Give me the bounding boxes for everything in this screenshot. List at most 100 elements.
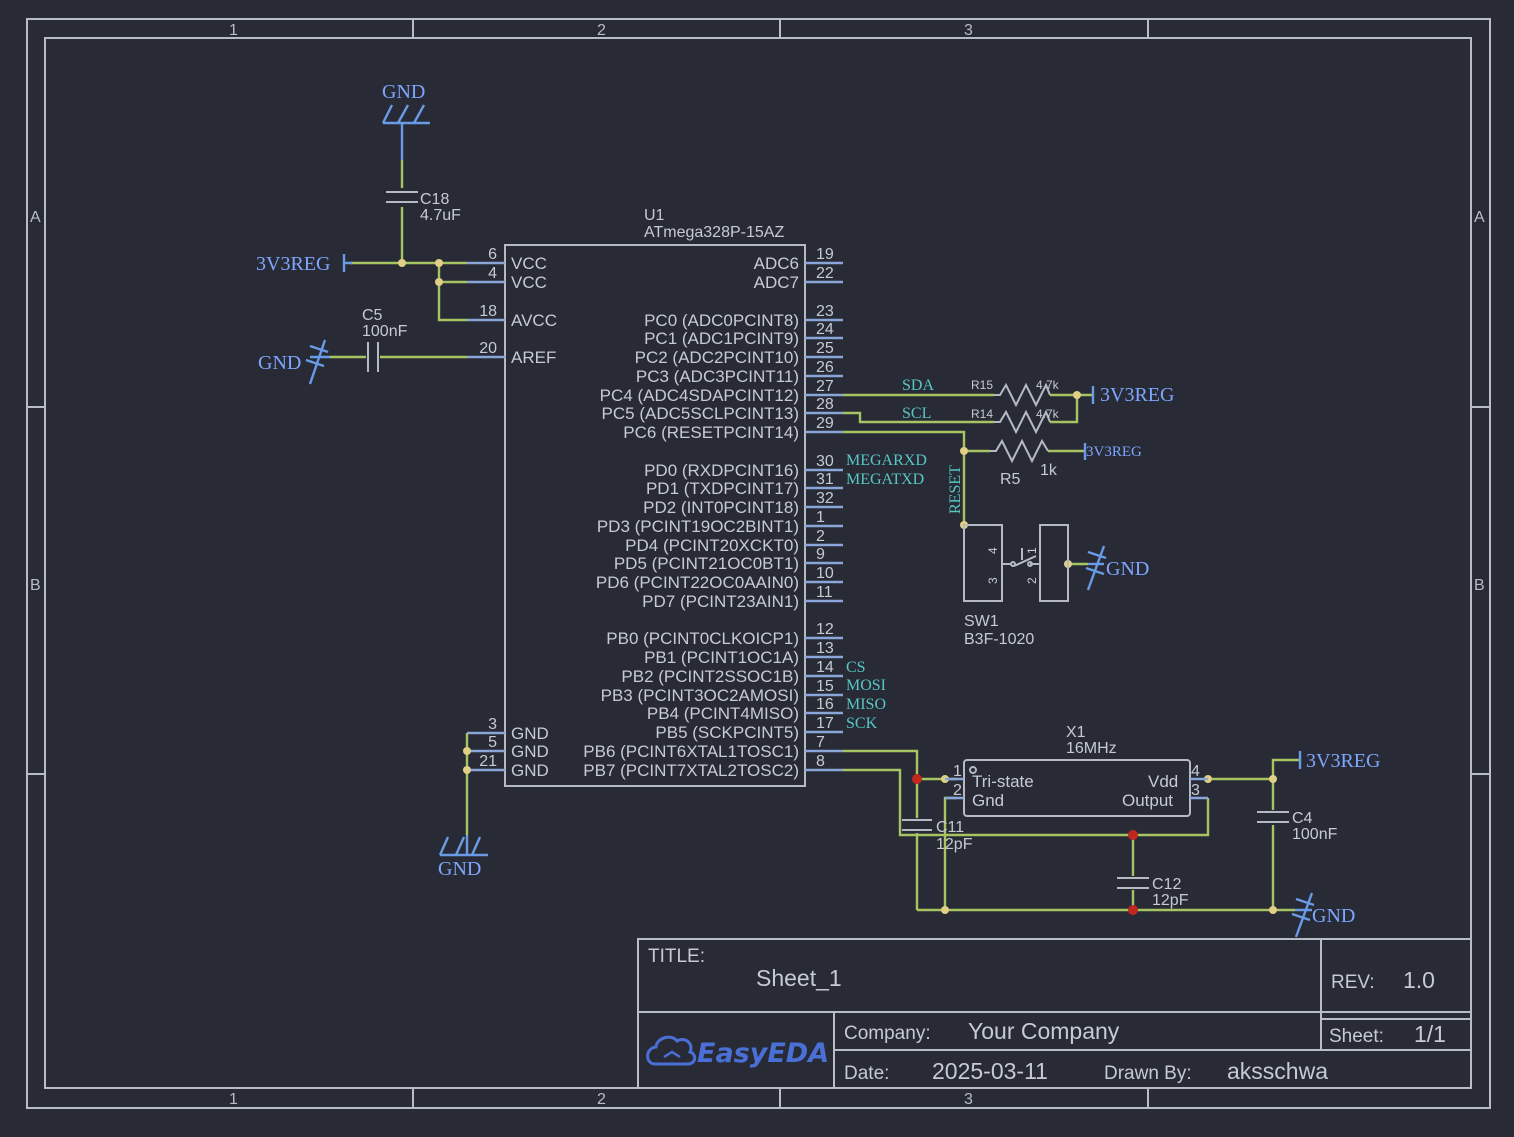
sw1-pin-4: 4 xyxy=(986,547,1000,554)
u1-pin-number: 24 xyxy=(816,321,834,338)
u1-pin-number: 27 xyxy=(816,378,834,395)
zone-col-1-bottom: 1 xyxy=(229,1091,238,1108)
u1-pin-name: PD6 (PCINT22OC0AAIN0) xyxy=(596,573,799,592)
x1-oscillator[interactable]: 1 2 4 3 Tri-state Gnd Vdd Output X1 16MH… xyxy=(945,724,1208,817)
date-value: 2025-03-11 xyxy=(932,1058,1048,1084)
gnd-label-u1: GND xyxy=(438,858,481,880)
wire-avcc xyxy=(437,282,467,322)
junction-c12-bottom xyxy=(1128,905,1138,915)
u1-pin-name: VCC xyxy=(511,273,547,292)
net-label-reset: RESET xyxy=(947,465,964,514)
c5-capacitor[interactable]: C5 100nF xyxy=(362,307,408,372)
u1-pin-number: 30 xyxy=(816,453,834,470)
power-3v3-left[interactable]: 3V3REG xyxy=(256,253,352,275)
wire-vcc4 xyxy=(437,263,467,284)
u1-pin-18[interactable]: 18 AVCC xyxy=(467,303,557,330)
u1-pin-number: 5 xyxy=(488,734,497,751)
x1-pin-4: 4 xyxy=(1191,763,1200,780)
u1-pin-6[interactable]: 6 VCC xyxy=(467,246,547,273)
junction-gnd-c4 xyxy=(1269,906,1277,914)
u1-pin-23[interactable]: 23 PC0 (ADC0PCINT8) xyxy=(644,303,843,330)
u1-pin-number: 2 xyxy=(816,528,825,545)
sheet-label: Sheet: xyxy=(1329,1026,1384,1047)
c4-capacitor[interactable]: C4 100nF xyxy=(1257,810,1338,843)
u1-pin-name: PC5 (ADC5SCLPCINT13) xyxy=(602,404,799,423)
wire-vdd xyxy=(1208,758,1300,781)
junction-pullup xyxy=(1073,391,1081,399)
u1-pin-name: AREF xyxy=(511,348,556,367)
u1-pin-name: PC4 (ADC4SDAPCINT12) xyxy=(600,386,799,405)
u1-left-pins: 6 VCC 4 VCC 18 AVCC 20 AREF 3 GND 5 GND 21 GND xyxy=(467,246,557,780)
u1-pin-number: 20 xyxy=(479,340,497,357)
x1-pin-tristate: Tri-state xyxy=(972,772,1034,791)
gnd-label-c5: GND xyxy=(258,352,301,374)
junction-vcc xyxy=(435,259,443,267)
u1-pin-number: 23 xyxy=(816,303,834,320)
u1-pin-number: 7 xyxy=(816,734,825,751)
r15-resistor[interactable]: R15 4.7k xyxy=(971,378,1060,408)
title-block: TITLE: Sheet_1 REV: 1.0 Company: Your Co… xyxy=(637,938,1472,1089)
c12-value: 12pF xyxy=(1152,892,1189,909)
x1-pin-2: 2 xyxy=(953,782,962,799)
zone-col-1-top: 1 xyxy=(229,22,238,39)
r14-resistor[interactable]: R14 4.7k xyxy=(971,407,1060,435)
gnd-port-sw1[interactable]: GND xyxy=(1085,545,1149,591)
u1-pin-12[interactable]: 12 PB0 (PCINT0CLKOICP1) xyxy=(606,621,843,648)
u1-pin-number: 31 xyxy=(816,471,834,488)
zone-col-3-top: 3 xyxy=(964,22,973,39)
sw1-pin-3: 3 xyxy=(986,577,1000,584)
u1-pin-number: 8 xyxy=(816,753,825,770)
c5-designator: C5 xyxy=(362,307,383,324)
r15-value: 4.7k xyxy=(1036,378,1060,392)
junction-reset xyxy=(960,447,968,455)
u1-atmega328p[interactable]: U1 ATmega328P-15AZ 6 VCC4 VCC18 AVCC20 AREF3… xyxy=(467,207,843,787)
u1-pin-name: PD5 (PCINT21OC0BT1) xyxy=(614,554,799,573)
u1-pin-number: 15 xyxy=(816,678,834,695)
u1-pin-30[interactable]: 30 PD0 (RXDPCINT16) xyxy=(644,453,843,480)
c18-capacitor[interactable]: C18 4.7uF xyxy=(386,191,461,224)
u1-pin-name: PD4 (PCINT20XCKT0) xyxy=(625,536,799,555)
gnd-port-c5[interactable]: GND xyxy=(258,339,330,385)
junction-xtal1 xyxy=(912,774,922,784)
c18-value: 4.7uF xyxy=(420,207,461,224)
gnd-port-c18[interactable]: GND xyxy=(381,81,430,160)
u1-pin-number: 17 xyxy=(816,715,834,732)
junction-vcc4 xyxy=(435,278,443,286)
junction-gnd5 xyxy=(463,747,471,755)
u1-pin-number: 11 xyxy=(816,584,833,601)
drawn-by-value: aksschwa xyxy=(1227,1058,1328,1084)
u1-pin-name: PD2 (INT0PCINT18) xyxy=(643,498,799,517)
sw1-pushbutton[interactable]: 4 3 1 2 SW1 B3F-1020 xyxy=(963,524,1069,648)
u1-pin-name: AVCC xyxy=(511,311,557,330)
u1-pin-name: GND xyxy=(511,724,549,743)
schematic-sheet: 1 2 3 1 2 3 A B A B U1 ATmega328P-15AZ 6… xyxy=(26,18,1491,1109)
c11-designator: C11 xyxy=(936,819,964,836)
u1-pin-number: 26 xyxy=(816,359,834,376)
gnd-port-x1[interactable]: GND xyxy=(1291,892,1355,938)
company-label: Company: xyxy=(844,1023,931,1044)
u1-pin-name: PD7 (PCINT23AIN1) xyxy=(642,592,799,611)
u1-pin-number: 4 xyxy=(488,265,497,282)
gnd-label-sw1: GND xyxy=(1106,558,1149,580)
zone-col-3-bottom: 3 xyxy=(964,1091,973,1108)
gnd-port-u1[interactable]: GND xyxy=(438,835,488,880)
c5-value: 100nF xyxy=(362,323,408,340)
u1-pin-name: PC2 (ADC2PCINT10) xyxy=(635,348,799,367)
sw1-part-number: B3F-1020 xyxy=(964,631,1034,648)
u1-pin-3[interactable]: 3 GND xyxy=(467,716,549,743)
net-label-megarxd: MEGARXD xyxy=(846,452,927,469)
net-label-sck: SCK xyxy=(846,715,878,732)
u1-pin-name: GND xyxy=(511,742,549,761)
cloud-icon xyxy=(646,1035,697,1066)
r5-resistor[interactable]: R5 1k xyxy=(990,438,1058,488)
schematic-canvas[interactable]: 1 2 3 1 2 3 A B A B U1 ATmega328P-15AZ 6… xyxy=(0,0,1514,1137)
drawn-by-label: Drawn By: xyxy=(1104,1063,1192,1084)
c12-capacitor[interactable]: C12 12pF xyxy=(1117,876,1189,909)
power-3v3-pullup[interactable]: 3V3REG xyxy=(1091,384,1174,406)
power-3v3-r5[interactable]: 3V3REG xyxy=(1083,443,1142,460)
x1-pin-1: 1 xyxy=(953,763,962,780)
company-value: Your Company xyxy=(968,1018,1120,1044)
zone-col-2-bottom: 2 xyxy=(597,1091,606,1108)
u1-pin-20[interactable]: 20 AREF xyxy=(467,340,556,367)
power-3v3-x1[interactable]: 3V3REG xyxy=(1298,750,1380,772)
